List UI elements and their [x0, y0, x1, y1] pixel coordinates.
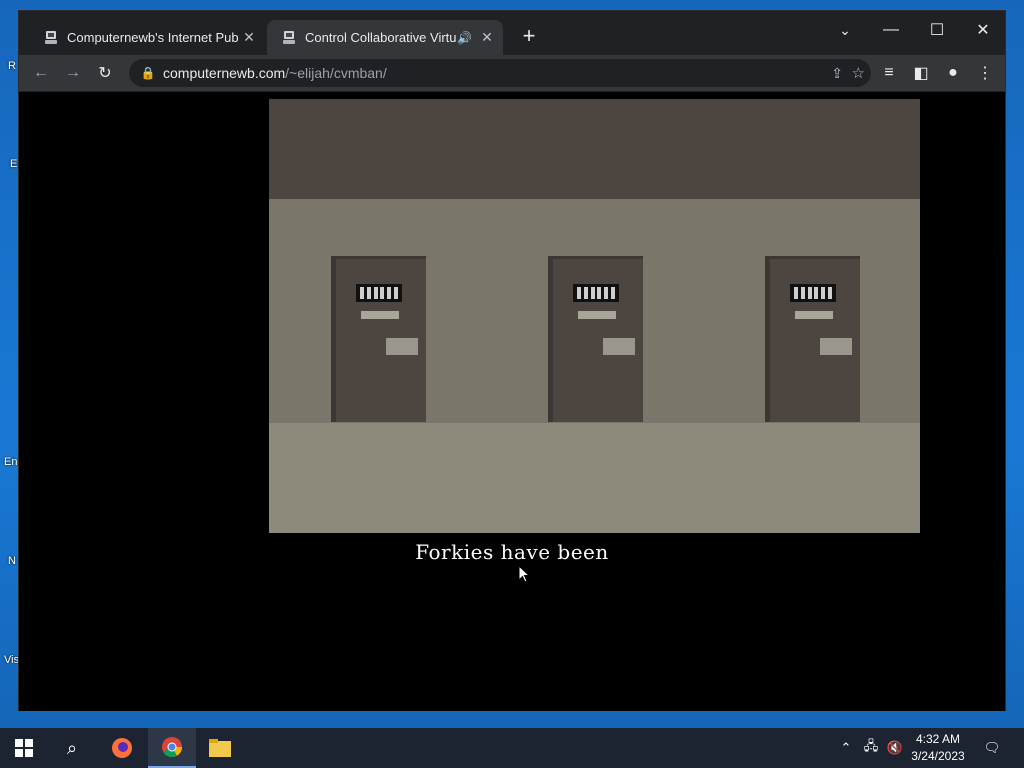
- system-clock[interactable]: 4:32 AM 3/24/2023: [900, 731, 976, 765]
- show-hidden-icons-icon[interactable]: ⌃: [836, 728, 856, 768]
- cell-door[interactable]: [548, 256, 643, 422]
- door-slot: [820, 338, 852, 355]
- folder-logo: [209, 739, 231, 757]
- close-window-button[interactable]: ✕: [960, 15, 1006, 45]
- tab-control-collaborative[interactable]: Control Collaborative Virtual 🔊 ✕: [267, 20, 503, 55]
- search-icon[interactable]: ⌕: [48, 728, 96, 768]
- tab-search-button[interactable]: ⌄: [822, 15, 868, 45]
- door-slot: [386, 338, 418, 355]
- start-button[interactable]: [0, 728, 48, 768]
- url-text[interactable]: computernewb.com/~elijah/cvmban/: [163, 65, 387, 81]
- door-nameplate: [361, 311, 399, 319]
- tab-title: Computernewb's Internet Pub Hu: [67, 30, 241, 45]
- tab-internet-pub[interactable]: Computernewb's Internet Pub Hu ✕: [29, 20, 265, 55]
- desktop-icon-label[interactable]: R: [8, 60, 16, 72]
- minimize-button[interactable]: —: [868, 15, 914, 45]
- desktop-icon-label[interactable]: En: [4, 456, 17, 468]
- media-control-icon[interactable]: ≡: [875, 59, 903, 87]
- door-grate: [790, 284, 836, 302]
- profile-icon[interactable]: ●: [939, 59, 967, 87]
- cell-door[interactable]: [765, 256, 860, 422]
- lock-icon[interactable]: 🔒: [133, 66, 163, 80]
- taskbar: ⌕ ⌃ 🖧 🔇 4:32 AM 3/24/2023 🗨: [0, 728, 1024, 768]
- audio-playing-icon[interactable]: 🔊: [457, 31, 473, 45]
- door-nameplate: [795, 311, 833, 319]
- dialogue-caption: Forkies have been: [415, 540, 609, 564]
- clock-time: 4:32 AM: [915, 732, 961, 746]
- scene-ceiling: [269, 99, 920, 199]
- tab-title: Control Collaborative Virtual: [305, 30, 457, 45]
- windows-logo-icon: [15, 739, 33, 757]
- desktop-icon-label[interactable]: Vis: [4, 654, 19, 666]
- firefox-logo: [112, 738, 132, 758]
- door-slot: [603, 338, 635, 355]
- page-content: Forkies have been: [19, 92, 1005, 711]
- chrome-icon[interactable]: [148, 728, 196, 768]
- cell-door[interactable]: [331, 256, 426, 422]
- door-grate: [356, 284, 402, 302]
- share-icon[interactable]: ⇪: [831, 65, 843, 82]
- new-tab-button[interactable]: +: [517, 25, 541, 49]
- site-favicon-icon: [45, 30, 57, 44]
- close-tab-icon[interactable]: ✕: [241, 29, 257, 46]
- browser-toolbar: ← → ↻ 🔒 computernewb.com/~elijah/cvmban/…: [19, 55, 1005, 92]
- clock-date: 3/24/2023: [911, 749, 965, 763]
- site-favicon-icon: [283, 30, 295, 44]
- network-icon[interactable]: 🖧: [860, 728, 882, 768]
- door-grate: [573, 284, 619, 302]
- address-bar[interactable]: 🔒 computernewb.com/~elijah/cvmban/ ⇪ ☆: [129, 59, 871, 87]
- firefox-icon[interactable]: [98, 728, 146, 768]
- scene-floor: [269, 423, 920, 533]
- desktop-icon-label[interactable]: E: [10, 158, 17, 170]
- reload-icon[interactable]: ↻: [91, 59, 119, 87]
- menu-kebab-icon[interactable]: ⋮: [971, 59, 999, 87]
- desktop-icon-label[interactable]: N: [8, 555, 16, 567]
- browser-window: Computernewb's Internet Pub Hu ✕ Control…: [18, 10, 1006, 711]
- file-explorer-icon[interactable]: [196, 728, 244, 768]
- tab-strip: Computernewb's Internet Pub Hu ✕ Control…: [19, 11, 1005, 55]
- maximize-button[interactable]: ☐: [914, 15, 960, 45]
- chrome-logo: [162, 737, 183, 758]
- door-nameplate: [578, 311, 616, 319]
- close-tab-icon[interactable]: ✕: [479, 29, 495, 46]
- forward-icon[interactable]: →: [59, 59, 87, 87]
- bookmark-star-icon[interactable]: ☆: [852, 64, 865, 82]
- notifications-icon[interactable]: 🗨: [980, 728, 1004, 768]
- back-icon[interactable]: ←: [27, 59, 55, 87]
- game-scene[interactable]: [269, 99, 920, 533]
- side-panel-icon[interactable]: ◧: [907, 59, 935, 87]
- mouse-cursor-icon: [518, 565, 530, 583]
